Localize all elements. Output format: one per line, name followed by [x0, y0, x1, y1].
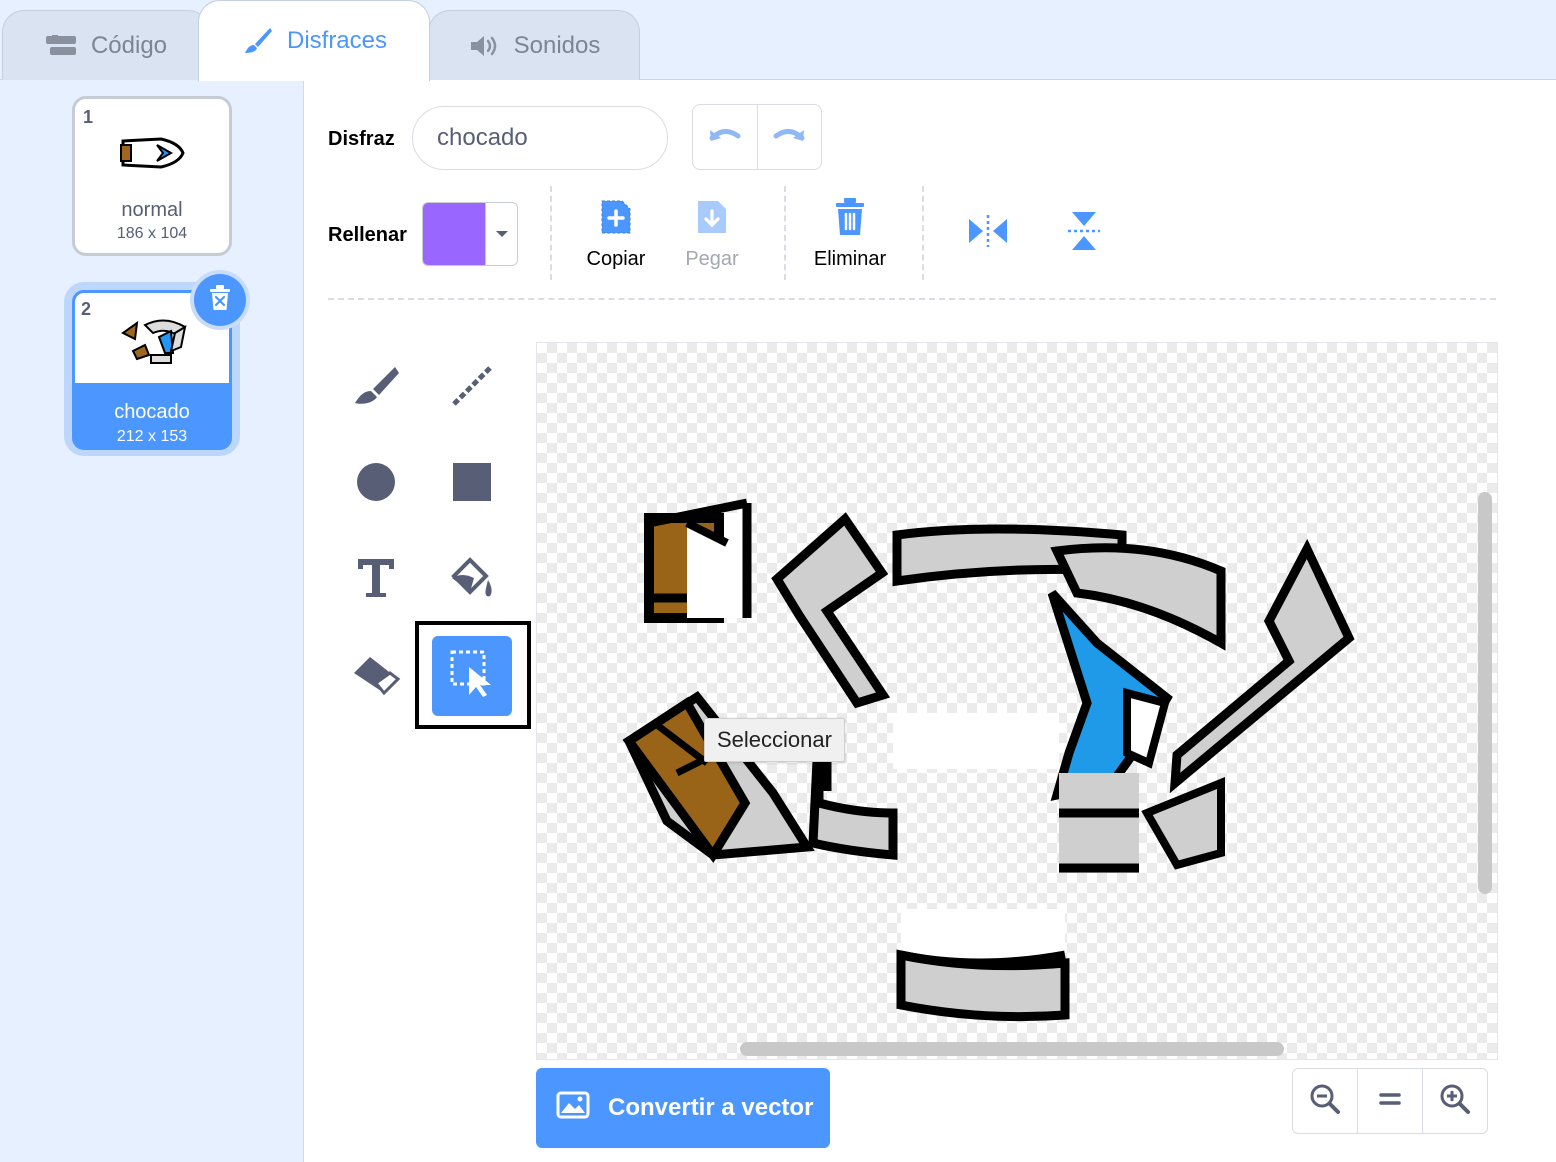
zoom-out-button[interactable]	[1293, 1069, 1357, 1133]
fill-bucket-icon	[446, 554, 498, 607]
tab-code[interactable]: Código	[2, 10, 210, 80]
copy-icon	[598, 197, 634, 242]
paintbrush-icon	[241, 27, 275, 55]
toolbar-divider	[328, 298, 1496, 300]
undo-button[interactable]	[693, 105, 757, 169]
fill-tool[interactable]	[432, 540, 512, 620]
eraser-icon	[350, 653, 402, 700]
copy-label: Copiar	[586, 248, 646, 270]
canvas-horizontal-scrollbar[interactable]	[740, 1042, 1284, 1056]
rectangle-icon	[452, 462, 492, 507]
select-tool-focus-outline	[415, 621, 531, 729]
paint-canvas[interactable]	[536, 342, 1498, 1060]
delete-button[interactable]: Eliminar	[800, 196, 900, 276]
code-blocks-icon	[45, 32, 79, 60]
zoom-reset-icon	[1379, 1091, 1401, 1112]
zoom-in-icon	[1439, 1083, 1471, 1120]
tab-costumes-label: Disfraces	[286, 27, 388, 54]
flip-horizontal-button[interactable]	[938, 196, 1038, 276]
brush-tool[interactable]	[336, 348, 416, 428]
chevron-down-icon	[485, 203, 517, 265]
redo-button[interactable]	[756, 105, 822, 169]
crashed-boat-drawing	[622, 498, 1355, 1022]
zoom-reset-button[interactable]	[1357, 1069, 1422, 1133]
costume-thumbnail	[75, 113, 229, 193]
trash-icon	[207, 284, 233, 317]
copy-button[interactable]: Copiar	[566, 196, 666, 276]
costume-size: 212 x 153	[116, 428, 188, 445]
canvas-vertical-scrollbar[interactable]	[1478, 492, 1492, 894]
flip-vertical-icon	[1066, 210, 1102, 257]
paint-editor: Disfraz Rellenar Copiar Pegar	[304, 80, 1556, 1162]
text-icon	[356, 557, 396, 604]
tab-sounds[interactable]: Sonidos	[428, 10, 640, 80]
redo-icon	[772, 124, 806, 151]
zoom-controls	[1292, 1068, 1488, 1134]
select-tooltip: Seleccionar	[704, 718, 845, 762]
divider	[550, 186, 552, 280]
flip-vertical-button[interactable]	[1034, 196, 1134, 276]
convert-to-vector-button[interactable]: Convertir a vector	[536, 1068, 830, 1148]
paste-icon	[694, 197, 730, 242]
tab-costumes[interactable]: Disfraces	[198, 0, 430, 81]
fill-color-swatch	[423, 203, 485, 265]
line-icon	[450, 364, 494, 413]
divider	[922, 186, 924, 280]
image-icon	[556, 1091, 590, 1126]
tab-sounds-label: Sonidos	[513, 31, 601, 59]
brush-icon	[351, 363, 401, 414]
costume-number: 2	[81, 299, 92, 319]
rectangle-tool[interactable]	[432, 444, 512, 524]
delete-label: Eliminar	[813, 248, 887, 270]
costume-item-normal[interactable]: 1 normal 186 x 104	[72, 96, 232, 256]
eraser-tool[interactable]	[336, 636, 416, 716]
costume-size: 186 x 104	[116, 225, 188, 242]
fill-color-picker[interactable]	[422, 202, 518, 266]
costume-list: 1 normal 186 x 104 2 chocado 212 x 153	[0, 80, 304, 1162]
costume-name-input[interactable]	[412, 106, 668, 170]
circle-tool[interactable]	[336, 444, 416, 524]
costume-name: chocado	[114, 401, 190, 423]
convert-label: Convertir a vector	[608, 1094, 814, 1121]
trash-icon	[832, 197, 868, 242]
zoom-out-icon	[1309, 1083, 1341, 1120]
paste-label: Pegar	[685, 248, 739, 270]
line-tool[interactable]	[432, 348, 512, 428]
costume-name: normal	[121, 199, 183, 221]
zoom-in-button[interactable]	[1422, 1069, 1487, 1133]
divider	[784, 186, 786, 280]
flip-horizontal-icon	[967, 213, 1009, 254]
fill-label: Rellenar	[328, 224, 407, 246]
costume-name-label: Disfraz	[328, 128, 395, 150]
tab-code-label: Código	[90, 31, 168, 59]
circle-icon	[355, 461, 397, 508]
text-tool[interactable]	[336, 540, 416, 620]
speaker-icon	[468, 32, 502, 60]
tab-bar: Código Disfraces Sonidos	[0, 0, 1556, 81]
delete-costume-button[interactable]	[190, 270, 250, 330]
paste-button[interactable]: Pegar	[662, 196, 762, 276]
undo-redo-group	[692, 104, 822, 170]
undo-icon	[708, 124, 742, 151]
